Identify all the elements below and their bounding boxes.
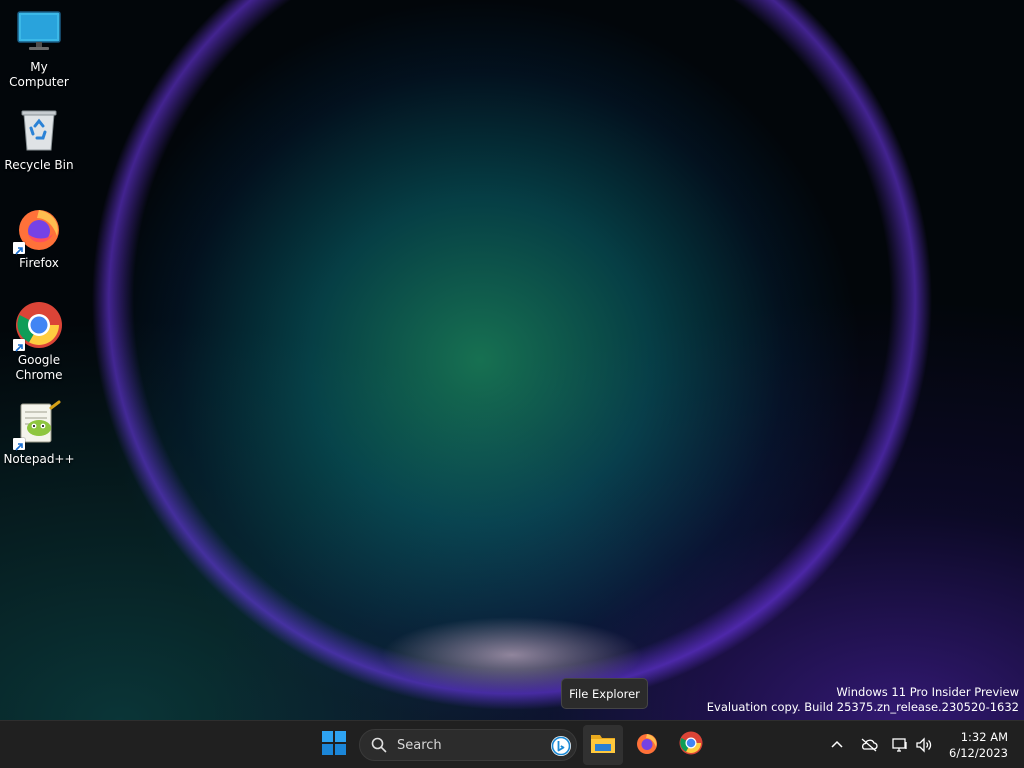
taskbar: Search 1:32 AM 6/12/2023	[0, 720, 1024, 768]
desktop-wallpaper	[0, 0, 1024, 720]
file-explorer-icon	[590, 732, 616, 758]
taskbar-chrome[interactable]	[671, 725, 711, 765]
desktop-icon-google-chrome[interactable]: Google Chrome	[2, 301, 76, 383]
firefox-icon	[635, 731, 659, 759]
taskbar-file-explorer[interactable]	[583, 725, 623, 765]
label-line: Chrome	[15, 368, 63, 382]
taskbar-clock[interactable]: 1:32 AM 6/12/2023	[928, 729, 1008, 761]
desktop-icon-recycle-bin[interactable]: Recycle Bin	[2, 106, 76, 173]
watermark-build: Evaluation copy. Build 25375.zn_release.…	[706, 700, 1019, 714]
firefox-icon	[13, 204, 63, 255]
monitor-icon	[15, 8, 63, 56]
label-line: Google	[17, 353, 61, 367]
desktop-icon-label: Firefox	[19, 256, 59, 270]
taskbar-search-box[interactable]: Search	[359, 729, 577, 761]
recycle-bin-icon	[15, 106, 63, 154]
desktop-icon-my-computer[interactable]: My Computer	[2, 8, 76, 90]
desktop-icon-label: Recycle Bin	[4, 158, 74, 172]
desktop-icon-label: Notepad++	[3, 452, 75, 466]
taskbar-firefox[interactable]	[627, 725, 667, 765]
evaluation-watermark: Windows 11 Pro Insider Preview Evaluatio…	[707, 685, 1019, 715]
desktop-icon-notepad-plus-plus[interactable]: Notepad++	[2, 400, 76, 467]
notepad-plus-plus-icon	[13, 400, 63, 451]
shortcut-arrow-icon	[13, 339, 25, 352]
desktop-icon-firefox[interactable]: Firefox	[2, 204, 76, 271]
chrome-icon	[13, 301, 63, 352]
chevron-up-icon[interactable]	[827, 735, 847, 755]
clock-time: 1:32 AM	[960, 730, 1008, 744]
start-button[interactable]	[314, 725, 354, 765]
clock-date: 6/12/2023	[949, 746, 1008, 760]
watermark-edition: Windows 11 Pro Insider Preview	[836, 685, 1019, 699]
onedrive-offline-icon[interactable]	[859, 735, 879, 755]
network-icon[interactable]	[890, 735, 910, 755]
desktop-icon-label: My Computer	[9, 60, 69, 89]
file-explorer-tooltip: File Explorer	[561, 678, 648, 709]
chrome-icon	[679, 731, 703, 759]
search-label: Search	[397, 737, 442, 753]
search-icon	[371, 737, 387, 753]
bing-chat-icon[interactable]	[550, 735, 572, 757]
desktop-icon-label: Google Chrome	[15, 353, 62, 383]
shortcut-arrow-icon	[13, 438, 25, 451]
windows-logo-icon	[322, 731, 346, 759]
shortcut-arrow-icon	[13, 242, 25, 255]
